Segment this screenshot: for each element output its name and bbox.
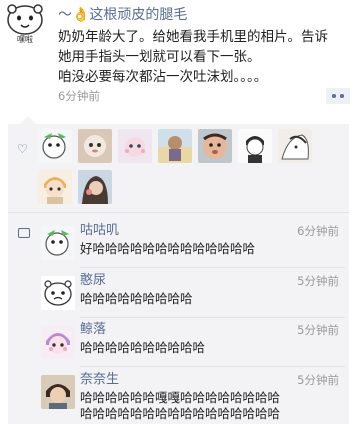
- liker-avatar[interactable]: [158, 129, 192, 163]
- comment-text: 哈哈哈哈哈哈哈哈哈哈: [80, 340, 206, 355]
- comment-time: 5分钟前: [297, 373, 339, 387]
- post-author-name[interactable]: ～👌这根顽皮的腿毛: [58, 5, 187, 25]
- liker-avatar[interactable]: [278, 129, 312, 163]
- comment-text: 好哈哈哈哈哈哈哈哈哈哈哈哈哈: [80, 241, 256, 256]
- liker-avatar[interactable]: [38, 129, 72, 163]
- meme-bear-icon: 嘿啦: [7, 4, 43, 44]
- commenter-name[interactable]: 奈奈生: [80, 372, 119, 388]
- comment-separator: [80, 366, 345, 367]
- commenter-name[interactable]: 咕咕叽: [80, 223, 119, 239]
- comment-item[interactable]: 憨尿 5分钟前 哈哈哈哈哈哈哈哈哈: [38, 273, 349, 318]
- comment-item[interactable]: 鲸落 5分钟前 哈哈哈哈哈哈哈哈哈哈: [38, 322, 349, 367]
- comment-text: 哈哈哈哈哈哈哈哈哈哈哈哈哈哈哈哈: [80, 406, 281, 421]
- avatar-caption: 嘿啦: [17, 34, 33, 44]
- commenter-avatar[interactable]: [41, 276, 75, 310]
- commenter-name[interactable]: 鲸落: [80, 322, 106, 338]
- commenter-avatar[interactable]: [41, 375, 75, 409]
- post-text-line: 她用手指头一划就可以看下一张。: [58, 49, 261, 65]
- comment-time: 5分钟前: [297, 323, 339, 337]
- comment-separator: [80, 267, 345, 268]
- panel-arrow: [20, 116, 36, 124]
- comment-item[interactable]: 奈奈生 5分钟前 哈哈哈哈哈哈嘎嘎哈哈哈哈哈哈哈哈 哈哈哈哈哈哈哈哈哈哈哈哈哈哈…: [38, 372, 349, 421]
- comment-text: 哈哈哈哈哈哈嘎嘎哈哈哈哈哈哈哈哈: [80, 390, 281, 405]
- commenter-avatar[interactable]: [41, 325, 75, 359]
- liker-avatar[interactable]: [198, 129, 232, 163]
- commenter-name[interactable]: 憨尿: [80, 273, 106, 289]
- liker-avatar[interactable]: [118, 129, 152, 163]
- more-options-button[interactable]: [326, 88, 350, 104]
- liker-avatar[interactable]: [78, 170, 112, 204]
- comment-time: 6分钟前: [297, 224, 339, 238]
- liker-avatar[interactable]: [78, 129, 112, 163]
- likes-comments-divider: [8, 212, 349, 213]
- moment-post: 嘿啦 ～👌这根顽皮的腿毛 奶奶年龄大了。给她看我手机里的相片。告诉 她用手指头一…: [0, 0, 357, 120]
- comment-time: 5分钟前: [297, 274, 339, 288]
- comment-item[interactable]: 咕咕叽 6分钟前 好哈哈哈哈哈哈哈哈哈哈哈哈哈: [38, 223, 349, 268]
- liker-avatar[interactable]: [238, 129, 272, 163]
- author-avatar[interactable]: 嘿啦: [3, 4, 47, 44]
- comment-text: 哈哈哈哈哈哈哈哈哈: [80, 291, 193, 306]
- comment-separator: [80, 317, 345, 318]
- post-time: 6分钟前: [58, 89, 100, 103]
- commenter-avatar[interactable]: [41, 226, 75, 260]
- post-text-line: 奶奶年龄大了。给她看我手机里的相片。告诉: [58, 29, 328, 45]
- post-text: 奶奶年龄大了。给她看我手机里的相片。告诉 她用手指头一划就可以看下一张。 咱没必…: [58, 27, 354, 87]
- liker-avatar[interactable]: [38, 170, 72, 204]
- heart-icon: ♡: [17, 142, 28, 156]
- post-text-line: 咱没必要每次都沾一次吐沫划。。。。: [58, 69, 268, 85]
- comment-icon: [18, 228, 30, 238]
